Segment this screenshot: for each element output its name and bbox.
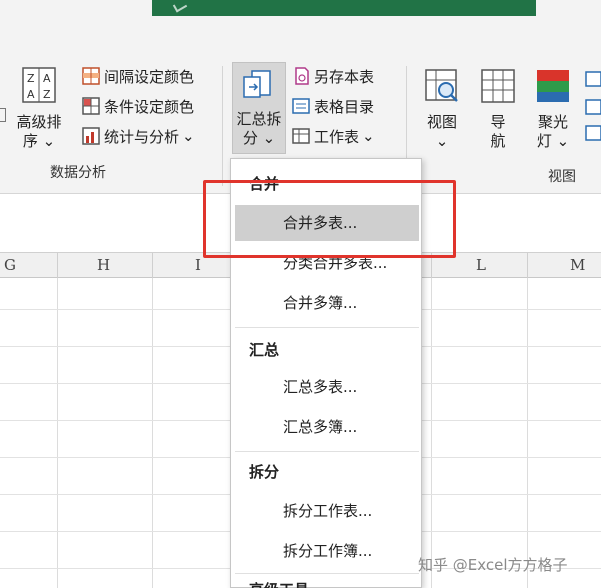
view-label: 视图 [426,113,457,131]
grid-line [431,278,432,588]
excel-title-strip [152,0,536,16]
interval-color-button[interactable]: 间隔设定颜色 [82,64,194,88]
grid-line [57,278,58,588]
save-sheet-button[interactable]: 另存本表 [292,64,374,88]
menu-section-split: 拆分 [249,463,280,481]
highlight-annotation-box [203,180,456,258]
column-header-i[interactable]: I [195,256,201,274]
worksheet-label: 工作表 [314,127,360,146]
column-header-m[interactable]: M [570,256,585,274]
interval-color-label: 间隔设定颜色 [104,67,195,86]
advanced-sort-button[interactable]: Z A A Z 高级排 序 ⌄ [10,66,68,151]
conditional-color-icon [82,97,100,115]
watermark-text: 知乎 @Excel方方格子 [418,556,568,574]
cropped-icon-right [584,70,601,142]
menu-item-split-worksheet[interactable]: 拆分工作表... [235,493,419,529]
advanced-sort-label-1: 高级排 [16,113,62,131]
group-separator [222,66,223,186]
table-directory-icon [292,97,310,115]
menu-section-summary: 汇总 [249,341,280,359]
grid-line [527,278,528,588]
worksheet-button[interactable]: 工作表 ⌄ [292,124,375,148]
stats-analysis-button[interactable]: 统计与分析 ⌄ [82,124,195,148]
table-directory-label: 表格目录 [314,97,375,116]
menu-item-split-workbook[interactable]: 拆分工作簿... [235,533,419,569]
column-divider [527,253,528,279]
column-header-h[interactable]: H [97,256,110,274]
chevron-down-icon: ⌄ [435,132,449,150]
conditional-color-button[interactable]: 条件设定颜色 [82,94,194,118]
navigation-button[interactable]: 导 航 [476,68,520,151]
table-directory-button[interactable]: 表格目录 [292,94,374,118]
spotlight-icon [537,70,569,102]
chevron-down-icon: ⌄ [42,132,56,150]
menu-separator [235,451,419,452]
data-analysis-group-label: 数据分析 [50,165,106,181]
sort-az-icon: Z A A Z [22,67,56,103]
summary-split-button[interactable]: 汇总拆 分 ⌄ [232,62,286,154]
advanced-sort-label-2: 序 ⌄ [22,132,56,150]
summary-split-icon [243,70,271,98]
conditional-color-label: 条件设定颜色 [104,97,195,116]
view-group-label: 视图 [548,169,576,185]
interval-color-icon [82,67,100,85]
summary-split-label-2: 分 ⌄ [242,129,276,147]
title-bar [0,0,601,16]
svg-text:Z: Z [27,72,35,85]
menu-item-merge-workbooks[interactable]: 合并多簿... [235,285,419,321]
save-sheet-icon [292,67,310,85]
navigation-grid-icon [481,69,515,103]
menu-item-summary-workbooks[interactable]: 汇总多簿... [235,409,419,445]
column-divider [152,253,153,279]
chevron-down-icon: ⌄ [262,129,276,147]
summary-split-label-1: 汇总拆 [236,110,282,128]
navigation-label-2: 航 [490,132,506,150]
svg-text:A: A [27,88,35,101]
chevron-down-icon: ⌄ [362,127,375,145]
menu-separator [235,573,419,574]
column-divider [57,253,58,279]
navigation-label-1: 导 [490,113,506,131]
menu-section-advanced-tools: 高级工具 [249,579,309,588]
save-sheet-label: 另存本表 [314,67,375,86]
worksheet-icon [292,127,310,145]
chevron-down-icon: ⌄ [182,127,195,145]
column-header-l[interactable]: L [476,256,486,274]
spotlight-button[interactable]: 聚光 灯 ⌄ [528,68,578,151]
svg-text:Z: Z [43,88,51,101]
svg-text:A: A [43,72,51,85]
cropped-icon-left [0,108,6,122]
spotlight-label-2: 灯 ⌄ [536,132,570,150]
view-magnifier-icon [425,69,458,102]
menu-separator [235,327,419,328]
spotlight-label-1: 聚光 [537,113,568,131]
stats-analysis-label: 统计与分析 [104,127,180,146]
grid-line [152,278,153,588]
stats-analysis-icon [82,127,100,145]
column-header-g[interactable]: G [4,256,16,274]
view-button[interactable]: 视图 ⌄ [418,68,466,151]
menu-item-summary-sheets[interactable]: 汇总多表... [235,369,419,405]
